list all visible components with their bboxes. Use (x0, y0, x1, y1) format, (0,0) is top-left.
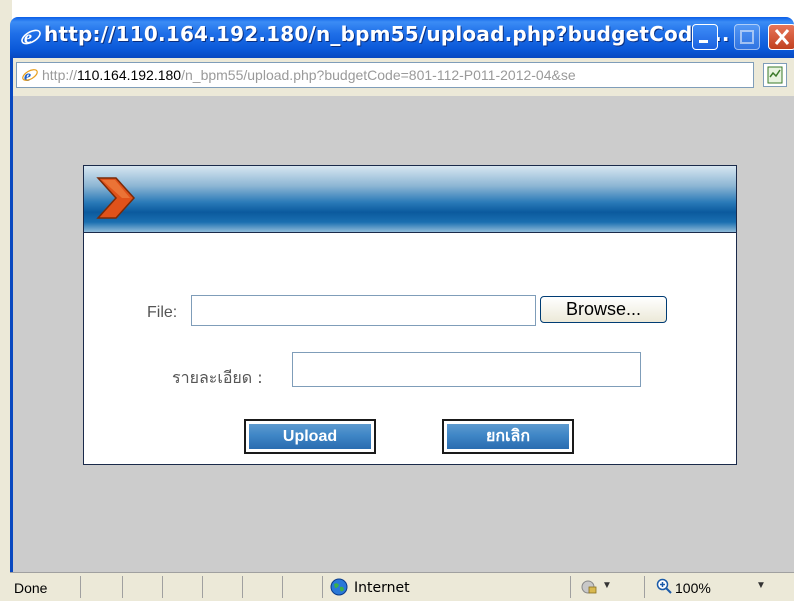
status-divider (202, 576, 203, 598)
globe-icon (330, 578, 348, 596)
window-title: http://110.164.192.180/n_bpm55/upload.ph… (44, 22, 730, 46)
detail-label: รายละเอียด : (172, 368, 263, 387)
status-text: Done (14, 580, 48, 596)
minimize-icon (699, 40, 708, 43)
ie-logo-icon: e (21, 27, 41, 47)
protected-mode-icon[interactable] (580, 579, 598, 595)
upload-button-label: Upload (248, 423, 372, 450)
browse-button[interactable]: Browse... (540, 296, 667, 323)
maximize-button[interactable] (734, 24, 760, 50)
dialog-header (84, 166, 736, 233)
security-zone: Internet (354, 580, 410, 596)
url-host: 110.164.192.180 (77, 67, 182, 83)
status-divider (242, 576, 243, 598)
page-report-button[interactable] (763, 63, 787, 87)
status-divider (282, 576, 283, 598)
zoom-icon (656, 578, 672, 594)
url-prefix: http:// (42, 67, 78, 83)
chevron-right-icon (96, 177, 136, 219)
address-url[interactable]: http://110.164.192.180/n_bpm55/upload.ph… (42, 67, 576, 83)
chevron-down-icon[interactable]: ▼ (602, 580, 612, 591)
close-icon (774, 29, 790, 45)
file-path-input[interactable] (191, 295, 536, 326)
close-button[interactable] (768, 24, 794, 50)
chevron-down-icon[interactable]: ▼ (756, 580, 766, 591)
url-path: /n_bpm55/upload.php?budgetCode=801-112-P… (181, 67, 576, 83)
file-label: File: (147, 304, 178, 321)
status-divider (644, 576, 645, 598)
upload-button[interactable]: Upload (244, 419, 376, 454)
status-divider (80, 576, 81, 598)
detail-input[interactable] (292, 352, 641, 387)
page-report-icon (767, 66, 783, 84)
status-divider (122, 576, 123, 598)
cancel-button[interactable]: ยกเลิก (442, 419, 574, 454)
zoom-level[interactable]: 100% (675, 580, 711, 596)
status-divider (322, 576, 323, 598)
svg-text:e: e (24, 27, 32, 47)
maximize-icon (740, 30, 754, 44)
status-divider (162, 576, 163, 598)
page-ie-icon: e (21, 66, 39, 84)
cancel-button-label: ยกเลิก (446, 423, 570, 450)
status-divider (570, 576, 571, 598)
minimize-button[interactable] (692, 24, 718, 50)
